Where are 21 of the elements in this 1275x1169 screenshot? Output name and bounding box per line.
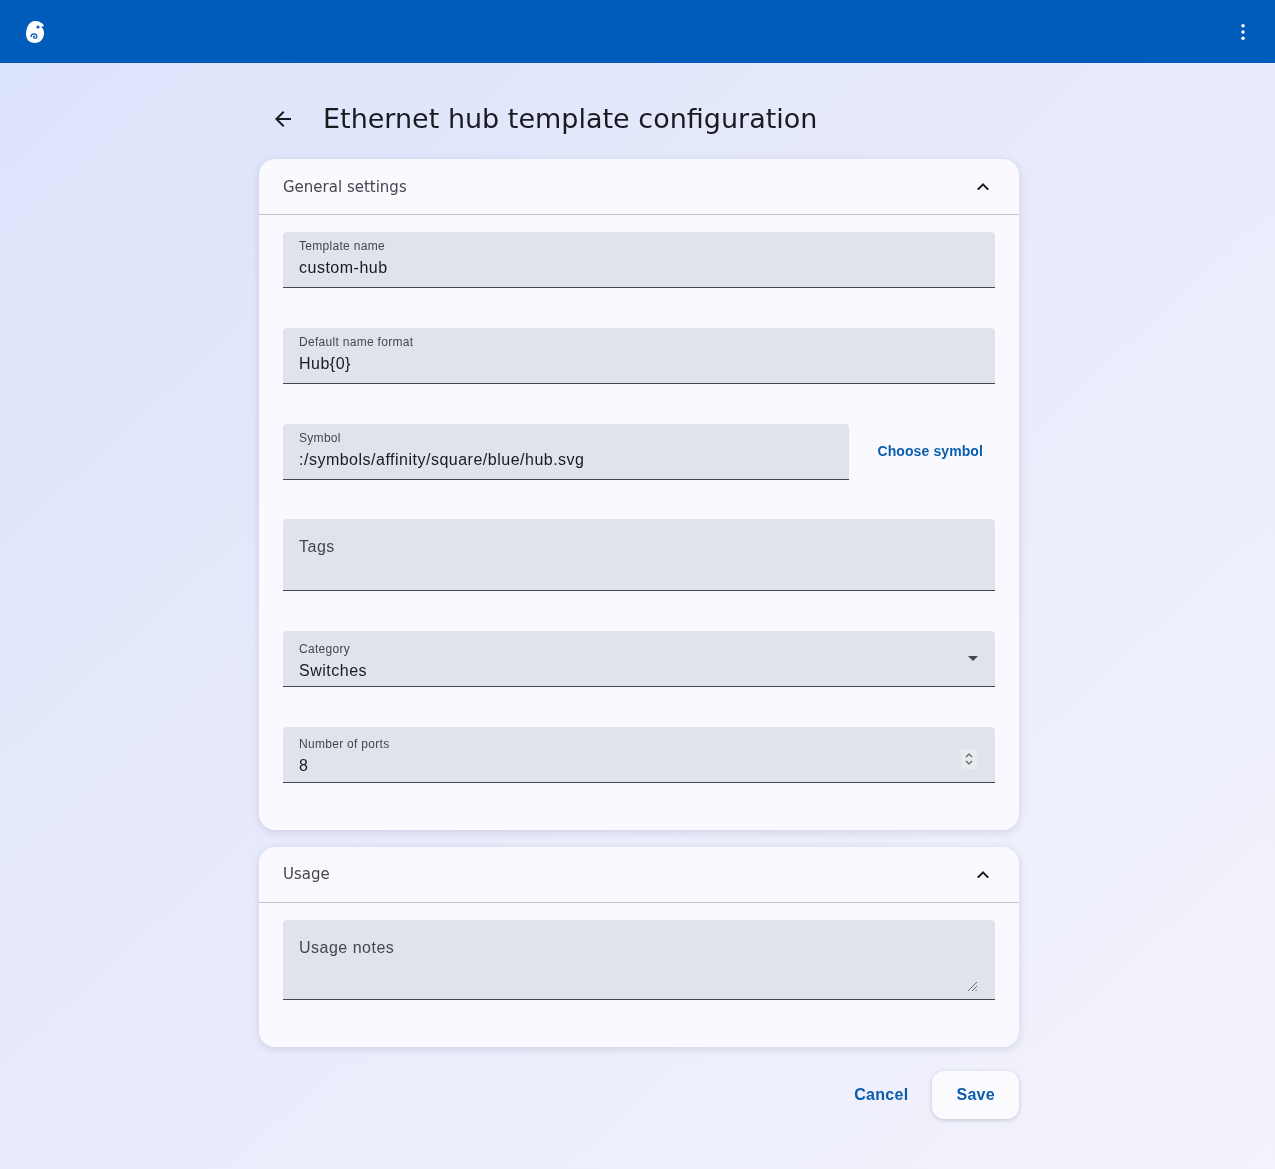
number-field[interactable]: Number of ports 8 — [283, 727, 995, 783]
choose-symbol-button[interactable]: Choose symbol — [865, 431, 995, 472]
more-options-icon[interactable] — [1241, 23, 1245, 40]
text-field[interactable]: Default name format Hub{0} — [283, 327, 995, 384]
app-logo-icon — [24, 19, 46, 44]
cancel-button[interactable]: Cancel — [842, 1071, 921, 1119]
text-field[interactable]: Template name custom-hub — [283, 232, 995, 288]
back-arrow-icon[interactable] — [275, 111, 291, 127]
chevron-up-icon[interactable] — [977, 870, 989, 879]
tags-field[interactable]: Tags — [283, 519, 995, 592]
textarea-field[interactable]: Usage notes — [283, 920, 995, 1000]
text-field[interactable]: Symbol :/symbols/affinity/square/blue/hub.svg — [283, 423, 850, 480]
dropdown-field[interactable]: Category Switches — [283, 631, 995, 688]
section-title: Usage — [283, 864, 330, 886]
dropdown-arrow-icon[interactable] — [968, 656, 978, 662]
resize-handle-icon[interactable] — [967, 981, 977, 991]
section-title: General settings — [283, 176, 407, 198]
page-title: Ethernet hub template configuration — [323, 102, 818, 136]
chevron-up-icon[interactable] — [977, 182, 989, 191]
spinner-arrows-icon[interactable] — [961, 749, 977, 770]
save-button[interactable]: Save — [932, 1071, 1019, 1119]
